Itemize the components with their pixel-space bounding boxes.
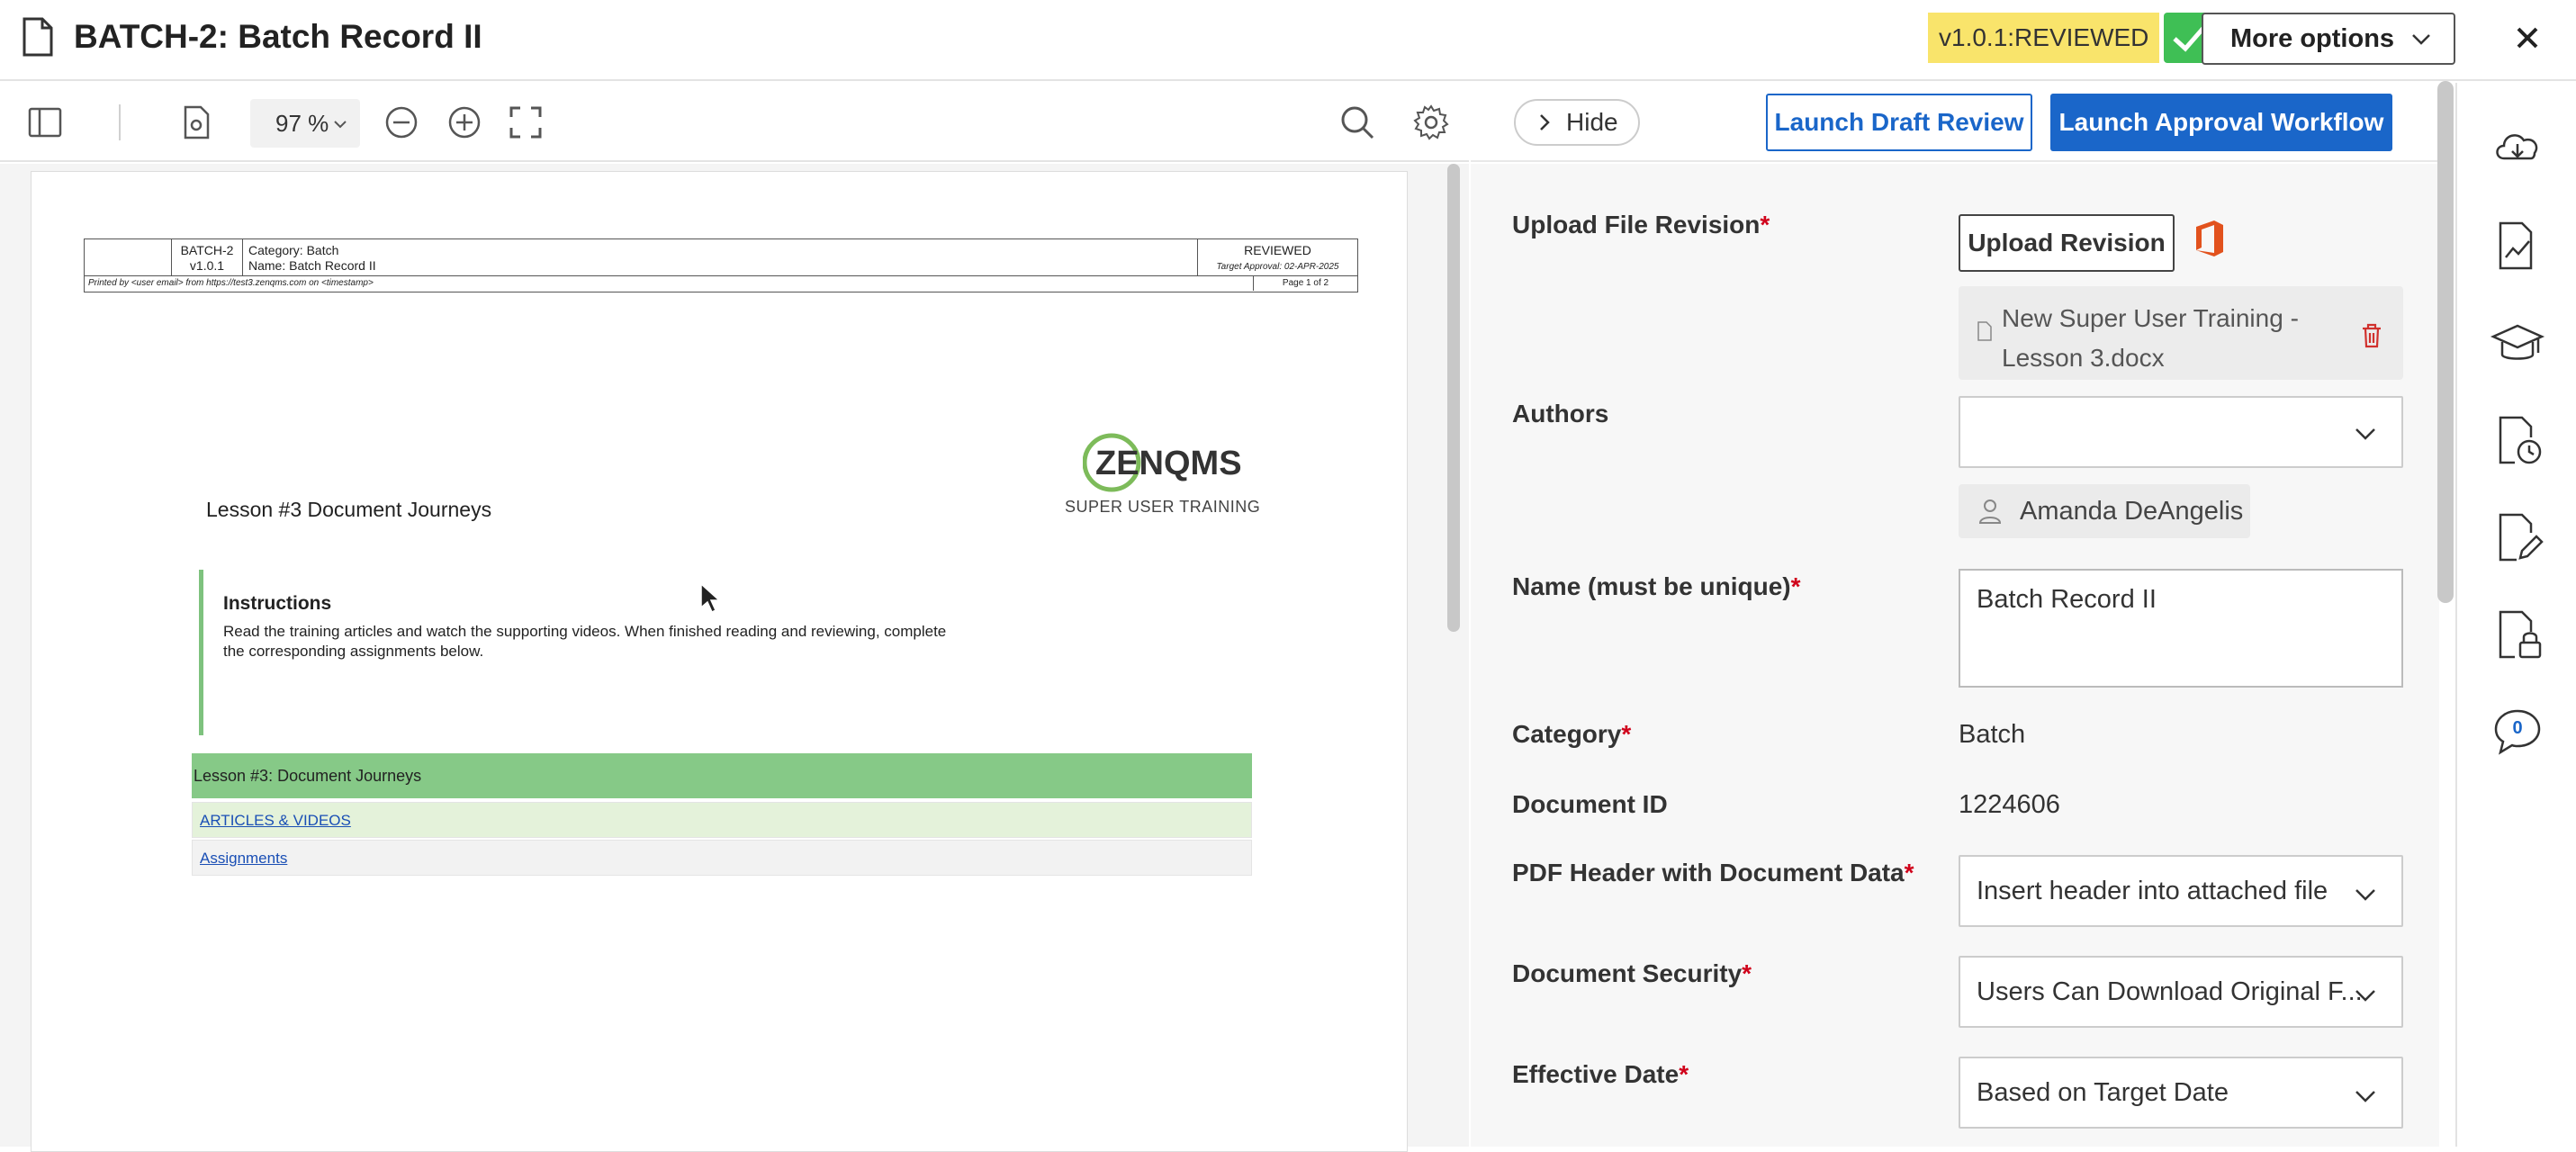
hide-label: Hide xyxy=(1566,108,1618,136)
upload-revision-label: Upload File Revision* xyxy=(1512,211,1770,238)
document-security-value: Users Can Download Original F... xyxy=(1977,977,2363,1006)
chevron-down-icon xyxy=(2355,990,2375,1002)
document-history-icon[interactable] xyxy=(2490,412,2545,468)
more-options-label: More options xyxy=(2230,24,2395,53)
document-header-table: BATCH-2 v1.0.1 Category: Batch Name: Bat… xyxy=(84,238,1358,276)
document-properties-form: Upload File Revision* Upload Revision Ne… xyxy=(1471,164,2439,1147)
name-label: Name (must be unique)* xyxy=(1512,572,1801,600)
file-settings-icon[interactable] xyxy=(176,103,216,142)
header-version: v1.0.1 xyxy=(189,258,225,273)
chevron-down-icon xyxy=(334,121,347,129)
logo-subtitle: SUPER USER TRAINING xyxy=(1065,498,1261,516)
cloud-download-icon[interactable] xyxy=(2490,119,2545,175)
document-security-label: Document Security* xyxy=(1512,959,1752,987)
document-id-value: 1224606 xyxy=(1959,790,2060,819)
office-icon[interactable] xyxy=(2191,218,2229,259)
close-icon[interactable] xyxy=(2509,20,2545,56)
gear-icon[interactable] xyxy=(1411,103,1451,142)
page-title: BATCH-2: Batch Record II xyxy=(74,18,482,55)
attached-file-name: New Super User Training - Lesson 3.docx xyxy=(2002,304,2299,372)
assignments-link[interactable]: Assignments xyxy=(200,850,287,867)
header-footer-row: Printed by <user email> from https://tes… xyxy=(84,276,1358,292)
zoom-out-icon[interactable] xyxy=(382,103,421,142)
launch-approval-workflow-button[interactable]: Launch Approval Workflow xyxy=(2050,94,2392,151)
header-doc-id-cell: BATCH-2 v1.0.1 xyxy=(171,239,243,275)
header-category: Category: Batch xyxy=(248,243,339,257)
pdf-header-value: Insert header into attached file xyxy=(1977,877,2328,905)
header-meta-cell: Category: Batch Name: Batch Record II xyxy=(248,243,376,274)
document-lock-icon[interactable] xyxy=(2490,607,2545,662)
user-icon xyxy=(1978,500,2002,524)
pdf-header-label: PDF Header with Document Data* xyxy=(1512,859,1914,886)
comments-count: 0 xyxy=(2512,718,2523,738)
lesson-title: Lesson #3 Document Journeys xyxy=(206,498,492,521)
category-label: Category* xyxy=(1512,720,1632,748)
lesson-section-bar: Lesson #3: Document Journeys xyxy=(192,753,1252,798)
chevron-down-icon xyxy=(2355,1091,2375,1102)
panel-header: Hide Launch Draft Review Launch Approval… xyxy=(1471,83,2441,162)
title-bar: BATCH-2: Batch Record II v1.0.1:REVIEWED… xyxy=(0,0,2576,81)
mouse-cursor-icon xyxy=(700,582,721,614)
document-chart-icon[interactable] xyxy=(2490,218,2545,274)
pdf-header-select[interactable]: Insert header into attached file xyxy=(1959,855,2403,927)
document-scrollbar[interactable] xyxy=(1447,164,1460,632)
authors-select[interactable] xyxy=(1959,396,2403,468)
header-target-approval: Target Approval: 02-APR-2025 xyxy=(1216,262,1339,272)
launch-draft-review-button[interactable]: Launch Draft Review xyxy=(1766,94,2032,151)
header-status-cell: REVIEWED Target Approval: 02-APR-2025 xyxy=(1197,239,1357,275)
name-textarea[interactable]: Batch Record II xyxy=(1959,569,2403,688)
document-page: BATCH-2 v1.0.1 Category: Batch Name: Bat… xyxy=(31,171,1408,1152)
zoom-select[interactable]: 97 % xyxy=(250,99,360,148)
page-count: Page 1 of 2 xyxy=(1253,276,1357,291)
document-edit-icon[interactable] xyxy=(2490,509,2545,565)
right-rail: 0 xyxy=(2455,83,2576,1147)
header-name: Name: Batch Record II xyxy=(248,258,376,273)
attached-file: New Super User Training - Lesson 3.docx xyxy=(1959,286,2403,380)
file-icon xyxy=(1977,321,1992,341)
printed-by-text: Printed by <user email> from https://tes… xyxy=(88,278,374,288)
category-value: Batch xyxy=(1959,720,2026,749)
chevron-down-icon xyxy=(2355,428,2375,440)
author-chip[interactable]: Amanda DeAngelis xyxy=(1959,484,2250,538)
document-viewer[interactable]: BATCH-2 v1.0.1 Category: Batch Name: Bat… xyxy=(0,164,1469,1152)
hide-button[interactable]: Hide xyxy=(1514,99,1640,146)
viewer-toolbar: 97 % xyxy=(0,83,1469,162)
articles-row: ARTICLES & VIDEOS xyxy=(192,802,1252,838)
assignments-row: Assignments xyxy=(192,840,1252,876)
chevron-down-icon xyxy=(2412,34,2430,45)
instructions-text: Read the training articles and watch the… xyxy=(223,623,947,660)
document-icon xyxy=(23,17,53,57)
zenqms-logo: ZENQMS xyxy=(1083,433,1242,492)
fullscreen-icon[interactable] xyxy=(506,103,545,142)
zoom-level: 97 % xyxy=(275,110,329,137)
instructions-box: Instructions Read the training articles … xyxy=(199,570,973,735)
trash-icon[interactable] xyxy=(2360,322,2383,349)
chevron-down-icon xyxy=(2355,889,2375,901)
effective-date-label: Effective Date* xyxy=(1512,1060,1689,1088)
effective-date-select[interactable]: Based on Target Date xyxy=(1959,1057,2403,1129)
version-status-badge: v1.0.1:REVIEWED xyxy=(1928,13,2160,63)
document-security-select[interactable]: Users Can Download Original F... xyxy=(1959,956,2403,1028)
authors-label: Authors xyxy=(1512,400,1609,428)
toolbar-divider xyxy=(119,104,121,140)
chevron-right-icon xyxy=(1540,114,1550,130)
comments-icon[interactable]: 0 xyxy=(2490,704,2545,760)
author-name: Amanda DeAngelis xyxy=(2020,497,2244,526)
search-icon[interactable] xyxy=(1338,103,1377,142)
form-scrollbar[interactable] xyxy=(2437,81,2454,603)
svg-text:ZENQMS: ZENQMS xyxy=(1095,445,1242,482)
zoom-in-icon[interactable] xyxy=(445,103,484,142)
effective-date-value: Based on Target Date xyxy=(1977,1078,2229,1107)
articles-videos-link[interactable]: ARTICLES & VIDEOS xyxy=(200,812,351,829)
graduation-cap-icon[interactable] xyxy=(2490,315,2545,371)
document-id-label: Document ID xyxy=(1512,790,1668,818)
header-doc-id: BATCH-2 xyxy=(180,243,234,257)
upload-revision-button[interactable]: Upload Revision xyxy=(1959,214,2175,272)
sidebar-toggle-icon[interactable] xyxy=(25,103,65,142)
more-options-button[interactable]: More options xyxy=(2202,13,2455,65)
header-status: REVIEWED xyxy=(1244,243,1311,257)
instructions-heading: Instructions xyxy=(223,593,332,614)
